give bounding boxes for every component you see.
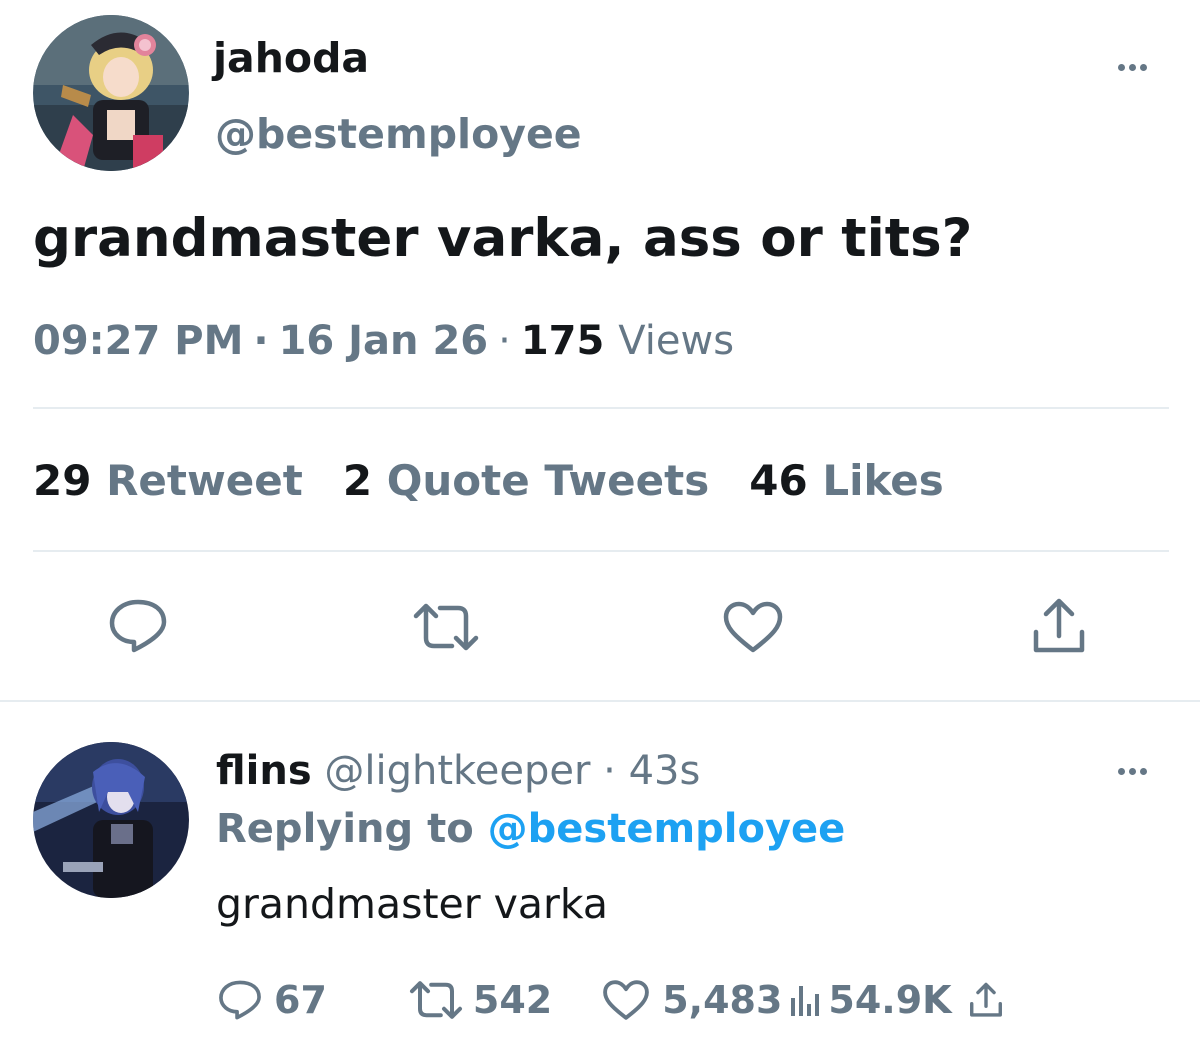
like-button[interactable]: 5,483 <box>602 978 782 1022</box>
retweet-button[interactable]: 542 <box>407 978 552 1022</box>
likes-stat[interactable]: 46 Likes <box>749 456 944 505</box>
more-options-icon[interactable] <box>1118 64 1147 71</box>
views-icon <box>788 980 822 1020</box>
avatar-flins[interactable] <box>33 742 189 898</box>
meta-separator: · <box>253 318 269 364</box>
display-name[interactable]: flins <box>216 748 312 794</box>
user-handle[interactable]: @bestemployee <box>215 110 582 158</box>
like-icon[interactable] <box>722 600 784 658</box>
share-icon[interactable] <box>1030 596 1088 660</box>
replying-mention-link[interactable]: @bestemployee <box>488 806 846 852</box>
replying-prefix: Replying to <box>216 806 474 852</box>
reply-icon <box>218 979 262 1021</box>
tweet-date: 16 Jan 26 <box>278 318 489 364</box>
meta-separator: · <box>498 318 511 364</box>
like-icon <box>602 979 650 1021</box>
replying-to: Replying to @bestemployee <box>216 806 845 852</box>
reply-text: grandmaster varka <box>216 880 609 928</box>
tweet-text: grandmaster varka, ass or tits? <box>33 208 973 269</box>
avatar-jahoda[interactable] <box>33 15 189 171</box>
more-options-icon[interactable] <box>1118 768 1147 775</box>
views-count: 175 <box>520 318 605 364</box>
quotes-stat[interactable]: 2 Quote Tweets <box>343 456 709 505</box>
reply-icon[interactable] <box>108 598 168 658</box>
views-count: 54.9K <box>828 978 952 1022</box>
divider <box>0 700 1200 702</box>
retweets-stat[interactable]: 29 Retweet <box>33 456 303 505</box>
tweet-stats: 29 Retweet 2 Quote Tweets 46 Likes <box>33 456 944 505</box>
reply-header: flins @lightkeeper · 43s <box>216 748 700 794</box>
share-button[interactable] <box>968 981 1004 1019</box>
user-handle[interactable]: @lightkeeper <box>324 748 590 794</box>
retweet-icon[interactable] <box>410 602 482 656</box>
divider <box>33 407 1169 409</box>
share-icon <box>968 981 1004 1019</box>
views-label: Views <box>618 318 735 364</box>
divider <box>33 550 1169 552</box>
retweet-icon <box>407 980 465 1020</box>
retweet-count: 542 <box>472 978 553 1022</box>
reply-time: 43s <box>628 748 701 794</box>
tweet-time: 09:27 PM <box>33 318 244 364</box>
reply-button[interactable]: 67 <box>218 978 327 1022</box>
tweet-meta: 09:27 PM · 16 Jan 26 · 175 Views <box>33 318 734 364</box>
header-separator: · <box>603 748 616 794</box>
reply-count: 67 <box>274 978 327 1022</box>
views-button[interactable]: 54.9K <box>788 978 952 1022</box>
display-name[interactable]: jahoda <box>213 34 369 82</box>
reply-action-bar: 67 542 5,483 54.9K <box>218 975 1004 1025</box>
like-count: 5,483 <box>662 978 783 1022</box>
